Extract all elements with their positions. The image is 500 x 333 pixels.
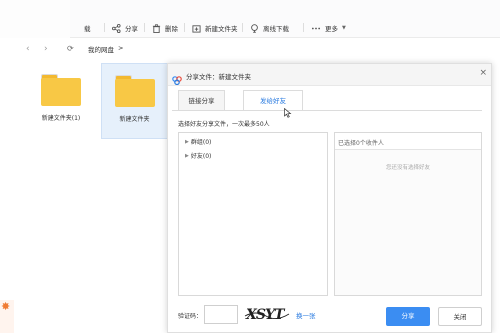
navigation-bar — [0, 38, 500, 60]
folder-icon — [114, 75, 155, 107]
tree-item-groups[interactable]: ▶ 群组(0) — [185, 137, 212, 147]
folder-name: 新建文件夹(1) — [41, 115, 81, 122]
toolbar-separator — [184, 23, 185, 32]
toolbar-share-label: 分享 — [125, 25, 138, 33]
tree-item-friends[interactable]: ▶ 好友(0) — [185, 151, 212, 161]
breadcrumb: 我的网盘 > — [88, 44, 123, 54]
captcha-text: XSYT — [245, 307, 286, 323]
new-folder-icon — [192, 24, 201, 33]
close-button[interactable]: 关闭 — [438, 307, 482, 326]
dialog-close-icon[interactable]: × — [479, 68, 487, 78]
more-icon — [311, 24, 321, 33]
tab-underline — [172, 110, 482, 111]
forward-button[interactable]: › — [44, 44, 48, 54]
toolbar-delete-label: 删除 — [165, 25, 178, 33]
folder-item[interactable]: 新建文件夹(1) — [36, 74, 86, 132]
selected-recipients-header: 已选择0个收件人 — [335, 133, 481, 150]
trash-icon — [152, 23, 161, 33]
toolbar-blank — [0, 0, 70, 38]
captcha-refresh-link[interactable]: 换一张 — [296, 310, 316, 320]
breadcrumb-separator: > — [118, 44, 124, 52]
friend-list-panel: ▶ 群组(0) ▶ 好友(0) — [178, 132, 328, 296]
tab-link-share[interactable]: 链接分享 — [178, 90, 225, 110]
toolbar-share-button[interactable]: 分享 — [112, 22, 138, 34]
expand-arrow-icon: ▶ — [185, 152, 189, 159]
toolbar-separator — [303, 23, 304, 32]
spark-icon: ✸ — [1, 300, 11, 313]
dialog-titlebar: 分享文件：新建文件夹 — [168, 64, 491, 86]
tree-item-label: 群组(0) — [190, 139, 212, 146]
toolbar-download-button[interactable]: 载 — [84, 22, 91, 34]
toolbar-offline-download-button[interactable]: 离线下载 — [250, 22, 289, 34]
tab-send-to-friends[interactable]: 发给好友 — [243, 90, 303, 111]
tree-item-label: 好友(0) — [190, 153, 212, 160]
folder-name: 新建文件夹 — [119, 116, 150, 123]
share-button[interactable]: 分享 — [386, 307, 430, 326]
mouse-cursor-icon — [284, 108, 292, 118]
toolbar-separator — [104, 23, 105, 32]
selected-recipients-panel: 已选择0个收件人 您还没有选择好友 — [334, 132, 482, 296]
folder-icon — [41, 74, 81, 106]
refresh-button[interactable]: ⟳ — [67, 44, 74, 54]
toolbar-more-label: 更多 — [325, 25, 338, 33]
toolbar-more-button[interactable]: 更多 ▼ — [311, 22, 346, 34]
edge-decoration: ✸ — [0, 300, 14, 333]
toolbar-separator — [144, 23, 145, 32]
offline-download-icon — [250, 23, 259, 33]
captcha-image: XSYT — [244, 304, 290, 324]
expand-arrow-icon: ▶ — [185, 138, 189, 145]
dialog-title: 分享文件：新建文件夹 — [186, 73, 251, 81]
toolbar-separator — [242, 23, 243, 32]
share-icon — [112, 23, 121, 33]
toolbar-download-label: 载 — [84, 25, 91, 33]
back-button[interactable]: ‹ — [26, 44, 30, 54]
toolbar: 载 分享 删除 新建文件夹 离线下载 更多 ▼ — [0, 0, 500, 38]
folder-item-selected[interactable]: 新建文件夹 — [101, 63, 168, 139]
share-hint-text: 选择好友分享文件，一次最多50人 — [178, 121, 270, 128]
toolbar-offline-download-label: 离线下载 — [263, 25, 289, 33]
cloud-logo-icon — [172, 70, 182, 86]
captcha-label: 验证码： — [178, 313, 203, 320]
chevron-down-icon: ▼ — [342, 25, 346, 31]
captcha-input[interactable] — [204, 305, 238, 324]
empty-recipients-text: 您还没有选择好友 — [385, 165, 430, 171]
toolbar-new-folder-button[interactable]: 新建文件夹 — [192, 22, 238, 34]
toolbar-new-folder-label: 新建文件夹 — [205, 25, 238, 33]
breadcrumb-item-my-drive[interactable]: 我的网盘 — [88, 44, 114, 54]
toolbar-delete-button[interactable]: 删除 — [152, 22, 178, 34]
